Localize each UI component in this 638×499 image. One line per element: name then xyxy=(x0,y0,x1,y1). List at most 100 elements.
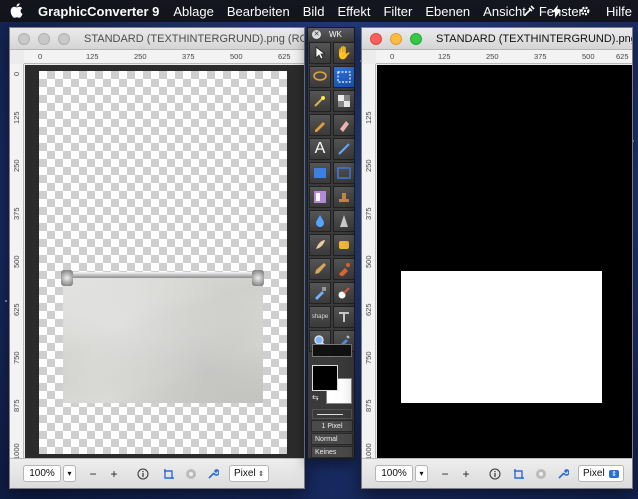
gradient-tool-icon[interactable] xyxy=(309,186,331,208)
line-style-select[interactable] xyxy=(312,409,352,419)
palette-titlebar[interactable]: ✕ WK xyxy=(308,28,354,41)
crop-icon[interactable] xyxy=(510,465,528,482)
unit-select[interactable]: Pixel ⇕ xyxy=(578,465,624,482)
unit-select-value: Pixel xyxy=(583,468,605,479)
pattern-tool-icon[interactable] xyxy=(333,90,355,112)
text-tool-icon[interactable]: A xyxy=(309,138,331,160)
menu-ansicht[interactable]: Ansicht xyxy=(483,4,526,19)
unit-select-value: Pixel xyxy=(234,468,256,479)
window-titlebar[interactable]: STANDARD (TEXTHINTERGRUND).png(Alphakan… xyxy=(362,28,632,50)
menu-effekt[interactable]: Effekt xyxy=(337,4,370,19)
zoom-dropdown-chevron-icon[interactable]: ▾ xyxy=(63,465,76,482)
arrow-tool-icon[interactable] xyxy=(309,42,331,64)
ruler-label: 750 xyxy=(364,351,373,364)
zoom-out-button[interactable]: − xyxy=(85,465,101,482)
ruler-label: 875 xyxy=(364,399,373,412)
caliper-tool-icon[interactable] xyxy=(333,306,355,328)
zoom-field[interactable]: 100% xyxy=(23,465,61,482)
ruler-label: 0 xyxy=(12,71,21,76)
updown-chevron-icon: ⇕ xyxy=(258,470,264,478)
zoom-out-button[interactable]: − xyxy=(437,465,453,482)
eraser-tool-icon[interactable] xyxy=(333,114,355,136)
crop-icon[interactable] xyxy=(160,465,178,482)
ruler-label: 125 xyxy=(438,52,451,61)
line-tool-icon[interactable] xyxy=(333,138,355,160)
zoom-button[interactable] xyxy=(58,32,70,45)
blend-mode-select[interactable]: Normal xyxy=(311,433,353,445)
eyedropper-tool-icon[interactable] xyxy=(309,282,331,304)
ruler-label: 625 xyxy=(278,52,291,61)
magic-wand-tool-icon[interactable] xyxy=(309,90,331,112)
bolt-icon[interactable] xyxy=(550,4,564,18)
ruler-label: 125 xyxy=(12,111,21,124)
info-icon[interactable] xyxy=(486,465,504,482)
pencil-tool-icon[interactable] xyxy=(309,114,331,136)
ruler-label: 0 xyxy=(390,52,395,61)
smudge-tool-icon[interactable] xyxy=(309,234,331,256)
rect-select-tool-icon[interactable] xyxy=(333,66,355,88)
drop-tool-icon[interactable] xyxy=(309,210,331,232)
menu-bild[interactable]: Bild xyxy=(303,4,325,19)
ruler-label: 500 xyxy=(230,52,243,61)
app-menu[interactable]: GraphicConverter 9 xyxy=(38,4,159,19)
swap-colors-icon[interactable]: ⇆ xyxy=(312,393,319,402)
unit-select[interactable]: Pixel ⇕ xyxy=(229,465,269,482)
rect-tool-icon[interactable] xyxy=(333,162,355,184)
color-picker-tool-icon[interactable] xyxy=(333,282,355,304)
alpha-mask-region xyxy=(401,271,602,403)
zoom-dropdown-chevron-icon[interactable]: ▾ xyxy=(415,465,428,482)
menu-filter[interactable]: Filter xyxy=(383,4,412,19)
brush-size-label[interactable]: 1 Pixel xyxy=(311,420,353,432)
menu-ablage[interactable]: Ablage xyxy=(173,4,213,19)
ruler-label: 250 xyxy=(134,52,147,61)
vertical-ruler: 125 250 375 500 625 750 875 1000 xyxy=(362,64,376,460)
shape-tool-icon[interactable]: shape xyxy=(309,306,331,328)
ruler-label: 375 xyxy=(182,52,195,61)
minimize-button[interactable] xyxy=(390,32,402,45)
info-icon[interactable] xyxy=(134,465,152,482)
close-button[interactable] xyxy=(370,32,382,45)
ruler-label: 625 xyxy=(12,303,21,316)
horizontal-ruler: 0 125 250 375 500 625 xyxy=(376,50,632,64)
menu-hilfe[interactable]: Hilfe xyxy=(606,4,632,19)
window-title: STANDARD (TEXTHINTERGRUND).png(Alphakan… xyxy=(436,32,632,45)
apple-icon[interactable] xyxy=(10,3,24,19)
zoom-in-button[interactable]: + xyxy=(106,465,122,482)
fill-tool-icon[interactable] xyxy=(333,258,355,280)
menu-ebenen[interactable]: Ebenen xyxy=(425,4,470,19)
wrench-icon[interactable] xyxy=(204,465,222,482)
minimize-button[interactable] xyxy=(38,32,50,45)
sharpen-tool-icon[interactable] xyxy=(333,210,355,232)
mask-mode-value: Keines xyxy=(315,448,337,456)
ruler-label: 375 xyxy=(534,52,547,61)
zoom-button[interactable] xyxy=(410,32,422,45)
stamp-tool-icon[interactable] xyxy=(333,186,355,208)
script-icon[interactable] xyxy=(522,4,536,18)
status-bar: 100% ▾ − + Pixel ⇕ xyxy=(362,458,632,488)
brush-tool-icon[interactable] xyxy=(309,258,331,280)
ruler-label: 500 xyxy=(582,52,595,61)
menu-bearbeiten[interactable]: Bearbeiten xyxy=(227,4,290,19)
zoom-field[interactable]: 100% xyxy=(375,465,413,482)
color-wheel-icon[interactable] xyxy=(182,465,200,482)
ruler-label: 375 xyxy=(364,207,373,220)
ruler-label: 375 xyxy=(12,207,21,220)
line-style-sample xyxy=(317,414,343,415)
gear-icon[interactable] xyxy=(578,4,592,18)
wrench-icon[interactable] xyxy=(554,465,572,482)
mask-mode-select[interactable]: Keines xyxy=(311,446,353,458)
vertical-ruler: 0 125 250 375 500 625 750 875 1000 xyxy=(10,64,24,460)
filled-rect-tool-icon[interactable] xyxy=(309,162,331,184)
lasso-tool-icon[interactable] xyxy=(309,66,331,88)
color-wheel-icon[interactable] xyxy=(532,465,550,482)
zoom-in-button[interactable]: + xyxy=(458,465,474,482)
brush-preview[interactable] xyxy=(312,344,352,357)
sponge-tool-icon[interactable] xyxy=(333,234,355,256)
ruler-label: 250 xyxy=(364,159,373,172)
close-button[interactable] xyxy=(18,32,30,45)
hand-tool-icon[interactable]: ✋ xyxy=(333,42,355,64)
ruler-label: 750 xyxy=(12,351,21,364)
window-titlebar[interactable]: STANDARD (TEXTHINTERGRUND).png (RGB+Alph… xyxy=(10,28,304,50)
foreground-color-swatch-front[interactable] xyxy=(312,365,338,391)
palette-close-button[interactable]: ✕ xyxy=(312,30,321,39)
